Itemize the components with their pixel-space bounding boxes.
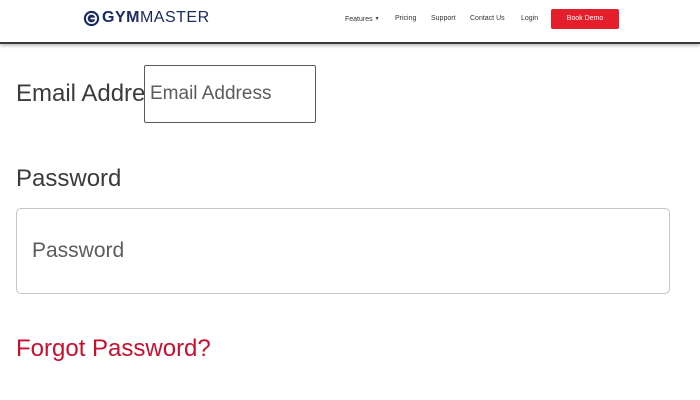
email-field[interactable] <box>144 65 316 123</box>
chevron-down-icon: ▼ <box>374 16 380 22</box>
nav-contact-us[interactable]: Contact Us <box>470 14 505 24</box>
nav-features-label: Features <box>345 15 373 23</box>
nav-support[interactable]: Support <box>431 14 456 24</box>
brand-logo[interactable]: GYMMASTER <box>83 8 210 28</box>
password-field[interactable] <box>16 208 670 294</box>
book-demo-button[interactable]: Book Demo <box>551 9 619 29</box>
brand-name-part2: MASTER <box>139 9 210 26</box>
forgot-password-link[interactable]: Forgot Password? <box>16 334 211 364</box>
brand-name: GYMMASTER <box>102 8 210 28</box>
gymmaster-logo-icon <box>83 10 100 26</box>
top-navbar: GYMMASTER Features ▼ Pricing Support Cont… <box>0 0 700 44</box>
nav-features[interactable]: Features ▼ <box>345 14 380 25</box>
nav-pricing[interactable]: Pricing <box>395 14 416 24</box>
nav-login[interactable]: Login <box>521 14 538 24</box>
brand-name-part1: GYM <box>102 9 140 26</box>
password-label: Password <box>16 165 122 192</box>
